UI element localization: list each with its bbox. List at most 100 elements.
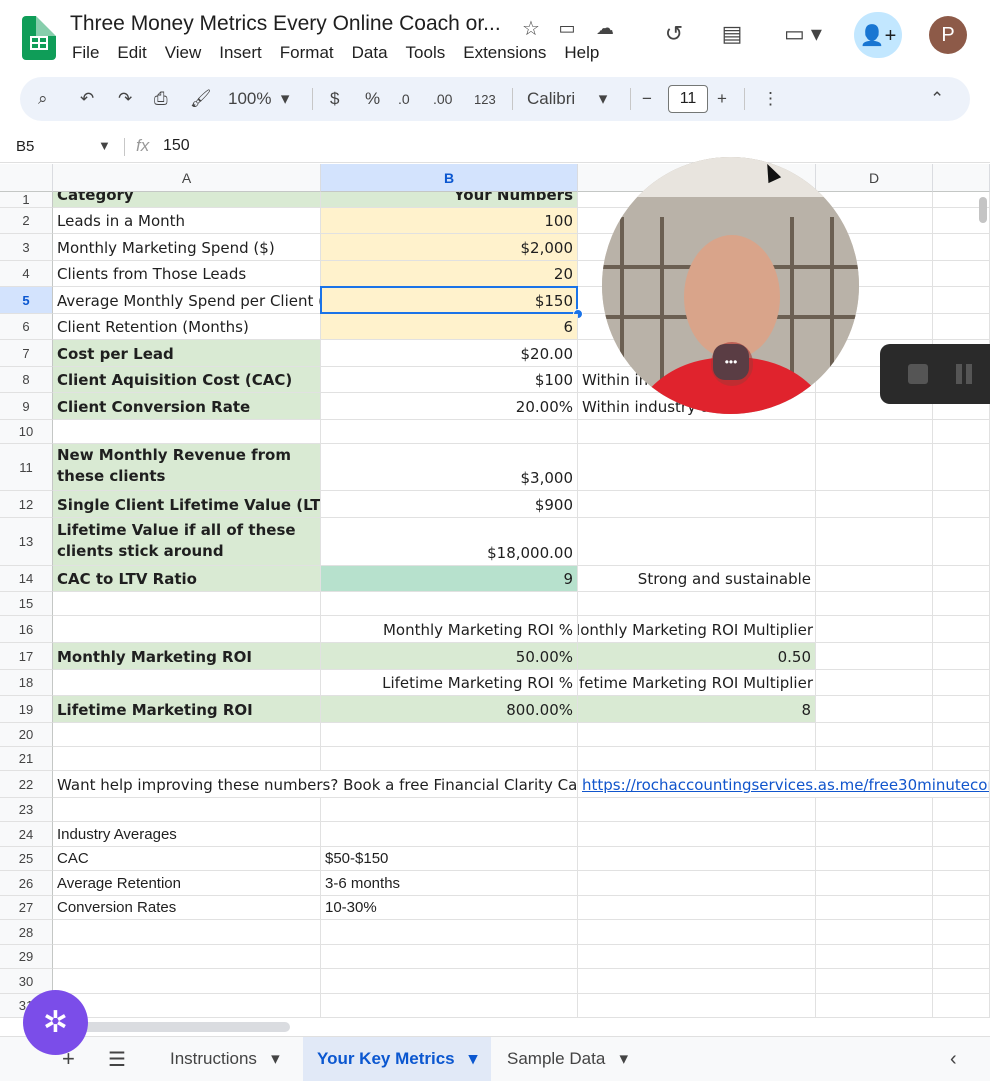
cell-d31[interactable] xyxy=(816,994,933,1018)
cell-d17[interactable] xyxy=(816,643,933,670)
cell-c28[interactable] xyxy=(578,920,816,945)
cell-b29[interactable] xyxy=(321,945,578,969)
more-options-icon[interactable]: ⋮ xyxy=(762,77,779,121)
column-header-a[interactable]: A xyxy=(53,164,321,192)
cell-b9[interactable]: 20.00% xyxy=(321,393,578,420)
column-header-e[interactable] xyxy=(933,164,990,192)
cell-d30[interactable] xyxy=(816,969,933,994)
webcam-video-bubble[interactable]: ••• xyxy=(602,157,859,414)
cell-d13[interactable] xyxy=(816,518,933,566)
history-icon[interactable]: ↺ xyxy=(660,20,688,48)
row-header[interactable]: 4 xyxy=(0,261,53,287)
cell-d12[interactable] xyxy=(816,491,933,518)
cell-e18[interactable] xyxy=(933,670,990,696)
cell-b25[interactable]: $50-$150 xyxy=(321,847,578,871)
row-header[interactable]: 12 xyxy=(0,491,53,518)
cell-b20[interactable] xyxy=(321,723,578,747)
tab-instructions[interactable]: Instructions ▾ xyxy=(170,1037,280,1081)
cell-b7[interactable]: $20.00 xyxy=(321,340,578,367)
cell-a13[interactable]: Lifetime Value if all of these clients s… xyxy=(53,518,321,566)
cell-e20[interactable] xyxy=(933,723,990,747)
cell-a22[interactable]: Want help improving these numbers? Book … xyxy=(53,771,578,798)
cell-e13[interactable] xyxy=(933,518,990,566)
cell-d1[interactable] xyxy=(816,192,933,208)
cell-a23[interactable] xyxy=(53,798,321,822)
row-header[interactable]: 26 xyxy=(0,871,53,896)
cell-a12[interactable]: Single Client Lifetime Value (LTV) xyxy=(53,491,321,518)
cell-d21[interactable] xyxy=(816,747,933,771)
cell-a28[interactable] xyxy=(53,920,321,945)
cell-c23[interactable] xyxy=(578,798,816,822)
cell-c10[interactable] xyxy=(578,420,816,444)
row-header[interactable]: 13 xyxy=(0,518,53,566)
cell-e25[interactable] xyxy=(933,847,990,871)
column-header-d[interactable]: D xyxy=(816,164,933,192)
name-box-dropdown-icon[interactable]: ▼ xyxy=(98,138,111,153)
menu-format[interactable]: Format xyxy=(280,43,334,63)
cell-d14[interactable] xyxy=(816,566,933,592)
cell-a20[interactable] xyxy=(53,723,321,747)
cell-c13[interactable] xyxy=(578,518,816,566)
cell-a16[interactable] xyxy=(53,616,321,643)
cell-e15[interactable] xyxy=(933,592,990,616)
cell-b13[interactable]: $18,000.00 xyxy=(321,518,578,566)
paint-format-icon[interactable]: 🖌 xyxy=(190,77,212,121)
column-header-b[interactable]: B xyxy=(321,164,578,192)
row-header[interactable]: 9 xyxy=(0,393,53,420)
cell-a6[interactable]: Client Retention (Months) xyxy=(53,314,321,340)
cell-e23[interactable] xyxy=(933,798,990,822)
font-size-input[interactable]: 11 xyxy=(668,85,708,113)
cell-a19[interactable]: Lifetime Marketing ROI xyxy=(53,696,321,723)
cell-c20[interactable] xyxy=(578,723,816,747)
search-menus-icon[interactable]: ⌕ xyxy=(38,77,48,121)
cell-a27[interactable]: Conversion Rates xyxy=(53,896,321,920)
assistant-fab-icon[interactable]: ✲ xyxy=(23,990,88,1055)
row-header[interactable]: 24 xyxy=(0,822,53,847)
cell-e31[interactable] xyxy=(933,994,990,1018)
cell-b11[interactable]: $3,000 xyxy=(321,444,578,491)
cell-a14[interactable]: CAC to LTV Ratio xyxy=(53,566,321,592)
cell-a18[interactable] xyxy=(53,670,321,696)
row-header[interactable]: 2 xyxy=(0,208,53,234)
cell-e26[interactable] xyxy=(933,871,990,896)
cell-c15[interactable] xyxy=(578,592,816,616)
move-to-folder-icon[interactable]: ▭ xyxy=(553,14,581,42)
row-header[interactable]: 5 xyxy=(0,287,53,314)
tab-sample-data[interactable]: Sample Data ▾ xyxy=(507,1037,628,1081)
cell-a24[interactable]: Industry Averages xyxy=(53,822,321,847)
row-header[interactable]: 17 xyxy=(0,643,53,670)
cell-e6[interactable] xyxy=(933,314,990,340)
row-header[interactable]: 28 xyxy=(0,920,53,945)
cell-c24[interactable] xyxy=(578,822,816,847)
cell-a4[interactable]: Clients from Those Leads xyxy=(53,261,321,287)
cell-e27[interactable] xyxy=(933,896,990,920)
share-icon[interactable]: 👤+ xyxy=(854,12,902,58)
row-header[interactable]: 7 xyxy=(0,340,53,367)
cell-c29[interactable] xyxy=(578,945,816,969)
cell-b4[interactable]: 20 xyxy=(321,261,578,287)
cell-b1[interactable]: Your Numbers xyxy=(321,192,578,208)
all-sheets-icon[interactable]: ☰ xyxy=(108,1037,126,1081)
cell-e30[interactable] xyxy=(933,969,990,994)
cell-b30[interactable] xyxy=(321,969,578,994)
cell-c27[interactable] xyxy=(578,896,816,920)
cell-a17[interactable]: Monthly Marketing ROI xyxy=(53,643,321,670)
row-header[interactable]: 20 xyxy=(0,723,53,747)
cell-b21[interactable] xyxy=(321,747,578,771)
menu-file[interactable]: File xyxy=(72,43,99,63)
menu-tools[interactable]: Tools xyxy=(406,43,446,63)
cell-e4[interactable] xyxy=(933,261,990,287)
cell-e10[interactable] xyxy=(933,420,990,444)
menu-help[interactable]: Help xyxy=(564,43,599,63)
formula-input[interactable]: 150 xyxy=(163,137,190,155)
cell-b3[interactable]: $2,000 xyxy=(321,234,578,261)
document-title[interactable]: Three Money Metrics Every Online Coach o… xyxy=(70,12,501,36)
pause-icon[interactable] xyxy=(956,364,962,384)
cell-c16[interactable]: Monthly Marketing ROI Multiplier xyxy=(578,616,816,643)
cell-d27[interactable] xyxy=(816,896,933,920)
row-header[interactable]: 1 xyxy=(0,192,53,208)
zoom-select[interactable]: 100% ▾ xyxy=(228,77,289,121)
vertical-scrollbar[interactable] xyxy=(979,197,987,223)
cell-a2[interactable]: Leads in a Month xyxy=(53,208,321,234)
cell-c30[interactable] xyxy=(578,969,816,994)
